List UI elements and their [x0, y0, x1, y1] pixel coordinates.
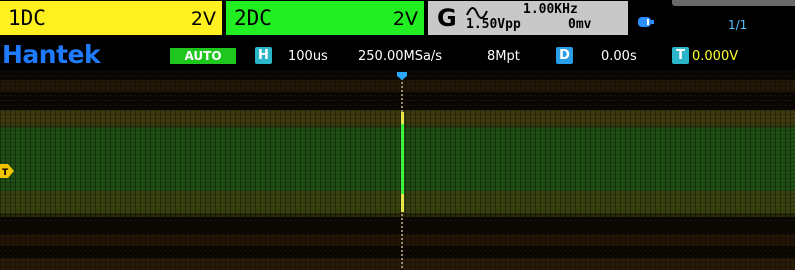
trigger-position-marker-icon[interactable] [397, 72, 407, 80]
brand-logo: Hantek [2, 40, 101, 69]
sample-rate-value: 250.00MSa/s [358, 49, 443, 64]
horizontal-tag: H [255, 47, 272, 64]
page-tab[interactable] [672, 0, 795, 6]
trigger-mode-badge[interactable]: AUTO [170, 48, 236, 64]
timebase-value[interactable]: 100us [288, 49, 328, 64]
channel-1-box[interactable]: 1DC 2V [0, 1, 222, 35]
generator-box[interactable]: G 1.00KHz 1.50Vpp 0mv [428, 1, 628, 35]
trigger-level-value[interactable]: 0.000V [692, 49, 738, 64]
delay-tag: D [556, 47, 573, 64]
channel-2-scale: 2V [392, 8, 418, 30]
generator-frequency: 1.00KHz [523, 2, 578, 17]
channel-bar: 1DC 2V 2DC 2V G 1.00KHz 1.50Vpp 0mv 1/1 [0, 0, 795, 40]
delay-value[interactable]: 0.00s [601, 49, 637, 64]
memory-depth-value[interactable]: 8Mpt [487, 49, 520, 64]
status-bar: Hantek AUTO H 100us 250.00MSa/s 8Mpt D 0… [0, 40, 795, 70]
channel-2-box[interactable]: 2DC 2V [226, 1, 424, 35]
waveform-canvas [0, 70, 795, 270]
trigger-tag: T [672, 47, 689, 64]
channel-2-name: 2DC [234, 6, 272, 30]
channel-1-name: 1DC [8, 6, 46, 30]
waveform-display[interactable] [0, 70, 795, 270]
trigger-level-marker-icon[interactable]: T [0, 164, 14, 178]
trigger-level-marker-letter: T [2, 168, 9, 178]
generator-label: G [437, 4, 457, 32]
page-indicator[interactable]: 1/1 [728, 18, 747, 32]
generator-amplitude: 1.50Vpp [466, 17, 521, 32]
usb-icon [638, 17, 654, 27]
channel-1-scale: 2V [190, 8, 216, 30]
generator-offset: 0mv [568, 17, 592, 32]
